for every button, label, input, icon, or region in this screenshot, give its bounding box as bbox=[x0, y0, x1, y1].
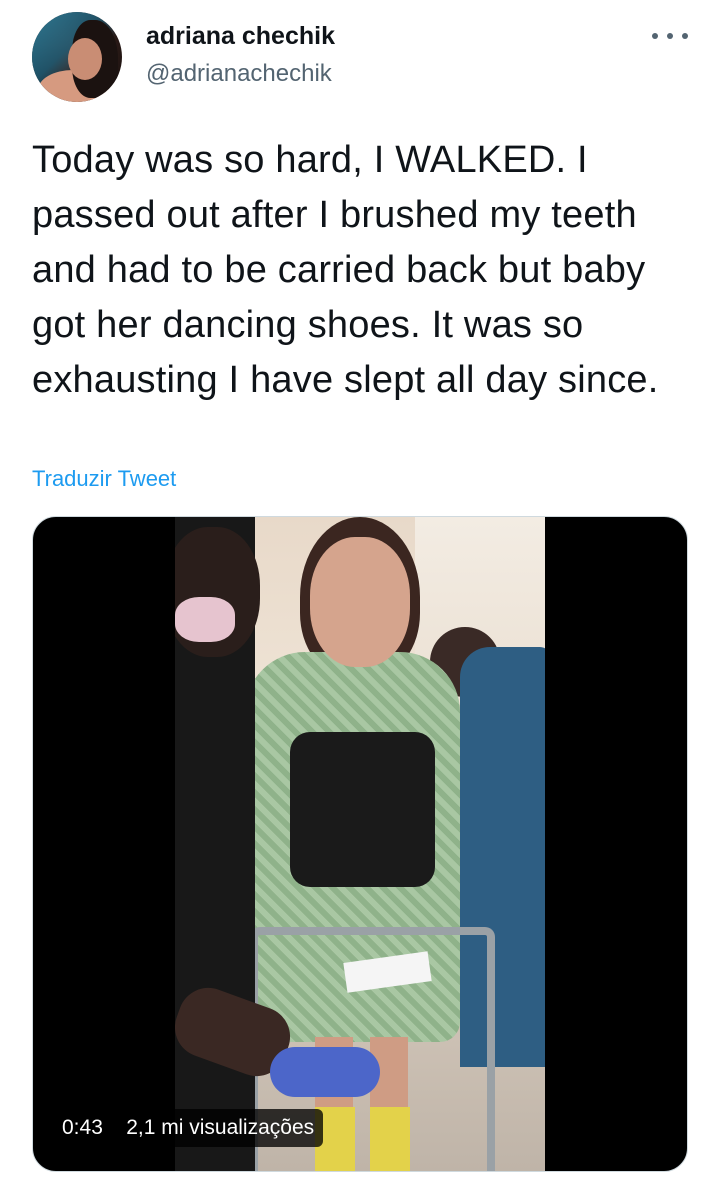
more-dot bbox=[682, 33, 688, 39]
video-frame bbox=[175, 517, 545, 1171]
scene-blue-glove bbox=[270, 1047, 380, 1097]
tweet-header: adriana chechik @adrianachechik bbox=[0, 0, 720, 110]
author-display-name[interactable]: adriana chechik bbox=[146, 22, 335, 51]
more-dot bbox=[667, 33, 673, 39]
tweet-text: Today was so hard, I WALKED. I passed ou… bbox=[32, 139, 659, 401]
scene-patient-face bbox=[310, 537, 410, 667]
video-meta-overlay: 0:43 2,1 mi visualizações bbox=[53, 1108, 324, 1148]
video-views: 2,1 mi visualizações bbox=[126, 1116, 315, 1139]
more-horizontal-icon[interactable] bbox=[652, 26, 688, 46]
avatar-face bbox=[68, 38, 102, 80]
author-handle[interactable]: @adrianachechik bbox=[146, 60, 332, 88]
video-duration-text: 0:43 bbox=[62, 1116, 103, 1139]
avatar[interactable] bbox=[32, 12, 122, 102]
translate-tweet-link[interactable]: Traduzir Tweet bbox=[32, 466, 176, 492]
more-dot bbox=[652, 33, 658, 39]
scene-face-mask bbox=[175, 597, 235, 642]
video-duration: 0:43 2,1 mi visualizações bbox=[53, 1109, 324, 1147]
video-player[interactable]: 0:43 2,1 mi visualizações bbox=[32, 516, 688, 1172]
scene-back-brace bbox=[290, 732, 435, 887]
